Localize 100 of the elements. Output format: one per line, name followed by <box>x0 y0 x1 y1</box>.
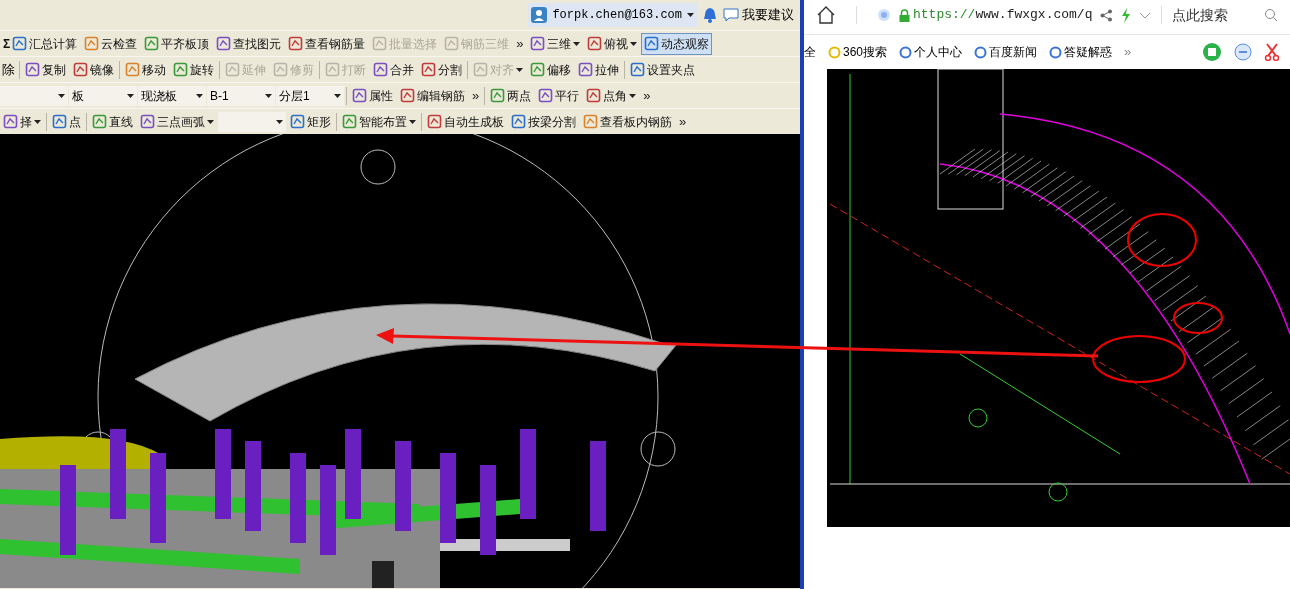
dropdown-field[interactable] <box>218 111 286 132</box>
toolbar-button[interactable]: 三维 <box>527 32 584 55</box>
toolbar-button[interactable]: 查找图元 <box>213 32 285 55</box>
overflow-chevron[interactable]: » <box>513 37 527 50</box>
bookmark-link[interactable]: 个人中心 <box>899 43 963 61</box>
tool-icon <box>173 62 188 77</box>
dropdown-field[interactable]: 现浇板 <box>138 85 206 106</box>
tool-icon <box>352 88 367 103</box>
caret-icon <box>573 41 581 46</box>
tool-icon <box>530 62 545 77</box>
share-icon[interactable] <box>1100 8 1114 22</box>
toolbar-button[interactable]: 复制 <box>22 58 69 81</box>
toolbar-button[interactable]: Σ 汇总计算 <box>0 32 81 55</box>
search-icon <box>1264 8 1278 22</box>
dropdown-field[interactable]: B-1 <box>207 85 275 106</box>
tool-icon <box>511 114 526 129</box>
lock-icon <box>899 8 910 22</box>
dropdown-field[interactable] <box>0 85 68 106</box>
caret-icon <box>265 93 272 98</box>
toolbar-button[interactable]: 自动生成板 <box>424 110 507 133</box>
toolbar-button[interactable]: 偏移 <box>527 58 574 81</box>
bookmark-link[interactable]: 全 <box>804 43 816 61</box>
overflow-chevron[interactable]: » <box>640 89 654 102</box>
toolbar-button[interactable]: 俯视 <box>584 32 641 55</box>
toolbar-button[interactable]: 两点 <box>487 84 535 107</box>
caret-icon <box>334 93 341 98</box>
toolbar-button[interactable]: 云检查 <box>81 32 141 55</box>
toolbar-button[interactable]: 三点画弧 <box>137 110 217 133</box>
tool-icon <box>12 36 28 51</box>
tool-icon <box>421 62 436 77</box>
dropdown-field[interactable]: 板 <box>69 85 137 106</box>
tool-icon <box>25 62 40 77</box>
toolbar-button[interactable]: 属性 <box>349 84 396 107</box>
overflow-chevron[interactable]: » <box>469 89 483 102</box>
tool-icon <box>583 114 598 129</box>
caret-icon <box>196 93 203 98</box>
tool-icon <box>325 62 340 77</box>
circle-icon <box>877 8 891 22</box>
bookmark-link[interactable]: 百度新闻 <box>974 43 1038 61</box>
caret-icon <box>207 119 214 124</box>
tool-icon <box>427 114 442 129</box>
tool-icon <box>644 36 660 51</box>
toolbar-button[interactable]: 合并 <box>370 58 417 81</box>
more-bookmarks[interactable]: » <box>1124 42 1132 62</box>
toolbar-button[interactable]: 动态观察 <box>641 32 713 55</box>
bell-icon[interactable] <box>703 7 717 23</box>
tool-icon <box>288 36 304 51</box>
chevron-down-icon[interactable] <box>1139 11 1152 19</box>
address-field[interactable]: https://www.fwxgx.com/q <box>899 5 1093 25</box>
caret-icon <box>630 41 638 46</box>
toolbar-button[interactable]: 智能布置 <box>339 110 419 133</box>
toolbar-button[interactable]: 编辑钢筋 <box>397 84 468 107</box>
scissors-icon[interactable] <box>1264 43 1280 61</box>
toolbar-button[interactable]: 旋转 <box>170 58 217 81</box>
dropdown-field[interactable]: 分层1 <box>276 85 344 106</box>
account-button[interactable]: forpk.chen@163.com <box>528 3 697 27</box>
toolbar-button[interactable]: 平行 <box>535 84 583 107</box>
toolbar-button[interactable]: 查看板内钢筋 <box>580 110 675 133</box>
toolbar-button[interactable]: 拉伸 <box>575 58 622 81</box>
caret-icon <box>34 119 41 124</box>
tool-icon <box>587 36 603 51</box>
caret-icon <box>276 119 283 124</box>
toolbar-button[interactable]: 择 <box>0 110 44 133</box>
toolbar-button[interactable]: 镜像 <box>70 58 117 81</box>
toolbar-button[interactable]: 点 <box>49 110 84 133</box>
toolbar-button[interactable]: 矩形 <box>287 110 334 133</box>
stop-circle-icon[interactable] <box>1202 42 1222 62</box>
caret-icon <box>629 93 637 98</box>
caret-icon <box>127 93 134 98</box>
feedback-button[interactable]: 我要建议 <box>723 5 794 25</box>
toolbar-button[interactable]: 按梁分割 <box>508 110 579 133</box>
tool-icon <box>144 36 160 51</box>
bookmark-icon <box>1049 45 1063 59</box>
tool-icon <box>84 36 100 51</box>
toolbar-button[interactable]: 分割 <box>418 58 465 81</box>
search-field[interactable]: 点此搜索 <box>1172 4 1278 26</box>
minus-circle-icon[interactable] <box>1234 43 1252 61</box>
bookmark-link[interactable]: 360搜索 <box>828 43 888 61</box>
toolbar-label[interactable]: 除 <box>0 59 17 80</box>
bookmark-link[interactable]: 答疑解惑 <box>1049 43 1113 61</box>
tool-icon <box>125 62 140 77</box>
tool-icon <box>73 62 88 77</box>
toolbar-button[interactable]: 平齐板顶 <box>141 32 213 55</box>
lightning-icon[interactable] <box>1121 7 1132 23</box>
overflow-chevron[interactable]: » <box>676 115 690 128</box>
tool-icon <box>140 114 155 129</box>
toolbar-button[interactable]: 直线 <box>89 110 136 133</box>
bookmark-icon <box>974 45 988 59</box>
bookmark-icon <box>899 45 913 59</box>
toolbar-button[interactable]: 移动 <box>122 58 169 81</box>
toolbar-button[interactable]: 查看钢筋量 <box>285 32 369 55</box>
tool-icon <box>444 36 460 51</box>
tool-icon <box>342 114 357 129</box>
toolbar-button[interactable]: 点角 <box>583 84 640 107</box>
tool-icon <box>3 114 18 129</box>
home-icon[interactable] <box>816 6 836 24</box>
caret-icon <box>687 13 694 17</box>
toolbar-button[interactable]: 设置夹点 <box>627 58 698 81</box>
tool-icon <box>373 62 388 77</box>
tool-icon <box>578 62 593 77</box>
